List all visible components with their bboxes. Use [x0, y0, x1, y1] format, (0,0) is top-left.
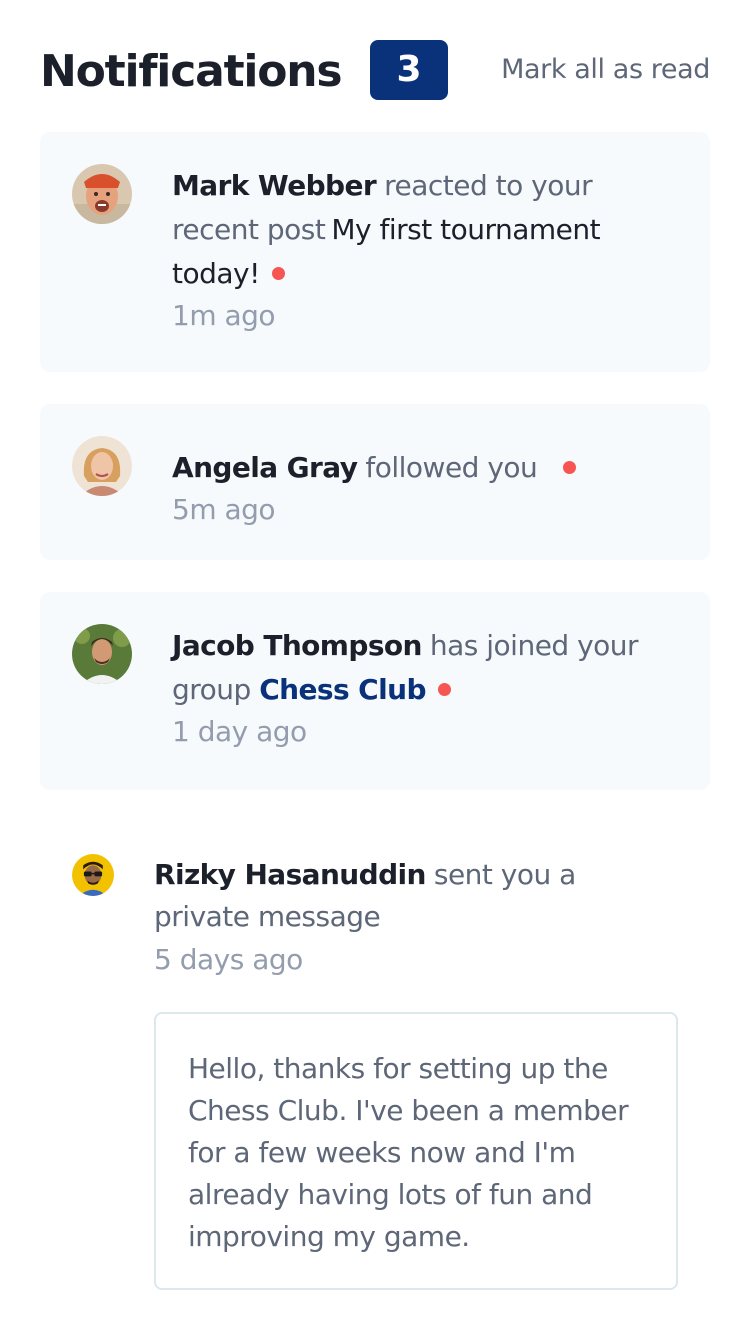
unread-dot-indicator — [271, 266, 285, 280]
notification-item[interactable]: Angela Gray followed you 5m ago — [40, 404, 710, 560]
notification-time: 5 days ago — [154, 943, 303, 976]
notification-time: 1 day ago — [172, 715, 307, 748]
mark-all-as-read-button[interactable]: Mark all as read — [501, 50, 710, 90]
unread-dot-indicator — [437, 682, 451, 696]
avatar-angela-gray[interactable] — [72, 436, 132, 496]
notification-user-name[interactable]: Angela Gray — [172, 451, 358, 484]
private-message-preview[interactable]: Hello, thanks for setting up the Chess C… — [154, 1012, 678, 1290]
avatar-mark-webber[interactable] — [72, 164, 132, 224]
notification-user-name[interactable]: Rizky Hasanuddin — [154, 858, 426, 891]
notification-time: 1m ago — [172, 299, 276, 332]
group-link-chess-club[interactable]: Chess Club — [259, 673, 426, 706]
unread-dot-indicator — [563, 460, 577, 474]
notification-user-name[interactable]: Mark Webber — [172, 169, 377, 202]
page-title: Notifications — [40, 46, 343, 97]
notifications-header: Notifications 3 Mark all as read — [40, 38, 710, 104]
notification-item[interactable]: Jacob Thompson has joined your group Ches… — [40, 592, 710, 790]
notification-item[interactable]: Rizky Hasanuddin sent you a private messa… — [40, 830, 710, 990]
notification-user-name[interactable]: Jacob Thompson — [172, 629, 422, 662]
unread-count-badge: 3 — [370, 40, 448, 100]
avatar-rizky-hasanuddin[interactable] — [72, 854, 114, 896]
notification-time: 5m ago — [172, 493, 276, 526]
notification-item[interactable]: Mark Webber reacted to your recent post My… — [40, 132, 710, 372]
notification-action-text: followed you — [365, 451, 538, 484]
avatar-jacob-thompson[interactable] — [72, 624, 132, 684]
